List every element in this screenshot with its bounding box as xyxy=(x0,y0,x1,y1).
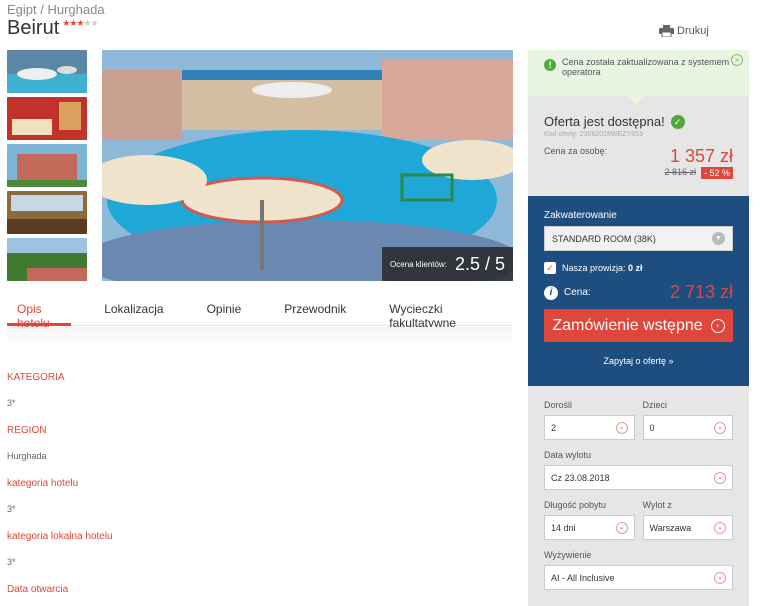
thumbnail-building[interactable] xyxy=(7,144,87,187)
attribute-kategoria-hotelu: kategoria hotelu 3* xyxy=(7,478,78,514)
departure-select[interactable]: Warszawa ⌄ xyxy=(642,515,733,540)
tab-lokalizacja[interactable]: Lokalizacja xyxy=(94,300,173,326)
tab-opinie[interactable]: Opinie xyxy=(197,300,252,326)
tab-przewodnik[interactable]: Przewodnik xyxy=(274,300,356,326)
offer-code: Kod oferty: 23082018WEZY553 xyxy=(544,131,643,138)
booking-panel: Zakwaterowanie STANDARD ROOM (38K) ▼ ✓ Na… xyxy=(528,196,749,386)
commission-checkbox[interactable]: ✓ xyxy=(544,262,556,274)
chevron-down-icon: ▼ xyxy=(712,232,725,245)
tab-wycieczki[interactable]: Wycieczki fakultatywne xyxy=(379,300,489,330)
offer-summary: Oferta jest dostępna! ✓ Kod oferty: 23082… xyxy=(528,96,749,196)
adults-select[interactable]: 2 ⌄ xyxy=(544,415,635,440)
chevron-down-icon: ⌄ xyxy=(714,471,726,484)
room-select[interactable]: STANDARD ROOM (38K) ▼ xyxy=(544,226,733,251)
commission-row: ✓ Nasza prowizja: 0 zł xyxy=(544,262,733,274)
commission-text: Nasza prowizja: 0 zł xyxy=(562,263,643,273)
board-label: Wyżywienie xyxy=(544,550,592,560)
attribute-value: 3* xyxy=(7,504,16,514)
children-select[interactable]: 0 ⌄ xyxy=(642,415,733,440)
chevron-down-icon: ⌄ xyxy=(714,571,726,584)
thumbnail-garden[interactable] xyxy=(7,238,87,281)
order-button[interactable]: Zamówienie wstępne › xyxy=(544,309,733,342)
chevron-down-icon: ⌄ xyxy=(615,521,628,534)
chevron-down-icon: ⌄ xyxy=(714,421,726,434)
print-label: Drukuj xyxy=(677,25,709,37)
notice-arrow xyxy=(628,96,644,104)
departure-label: Wylot z xyxy=(642,500,672,510)
attribute-value: 3* xyxy=(7,557,16,567)
printer-icon xyxy=(659,25,674,37)
customer-rating: Ocena klientów: 2.5 / 5 xyxy=(382,247,513,281)
accommodation-label: Zakwaterowanie xyxy=(544,210,617,221)
old-price: 2 816 zł xyxy=(664,167,696,177)
tab-shadow xyxy=(7,327,512,347)
offer-available: Oferta jest dostępna! ✓ xyxy=(544,114,733,129)
date-select[interactable]: Cz 23.08.2018 ⌄ xyxy=(544,465,733,490)
tab-opis-hotelu[interactable]: Opis hotelu xyxy=(7,300,72,330)
hotel-title: Beirut ★★★★★ xyxy=(7,17,99,40)
price-per-person-label: Cena za osobę: xyxy=(544,146,608,156)
chevron-down-icon: ⌄ xyxy=(714,521,726,534)
exclamation-icon: ! xyxy=(544,59,556,71)
hotel-stars: ★★★★★ xyxy=(62,18,98,28)
notice-text: Cena została zaktualizowana z systemem o… xyxy=(562,57,730,77)
attribute-value: 3* xyxy=(7,398,16,408)
print-button[interactable]: Drukuj xyxy=(659,25,709,37)
attribute-key: kategoria hotelu xyxy=(7,478,79,489)
thumbnail-restaurant[interactable] xyxy=(7,191,87,234)
thumbnail-room[interactable] xyxy=(7,97,87,140)
price-updated-notice: ! Cena została zaktualizowana z systemem… xyxy=(528,50,749,96)
adults-label: Dorośli xyxy=(544,400,573,410)
chevron-down-icon: ⌄ xyxy=(615,421,628,434)
attribute-value: Hurghada xyxy=(7,451,47,461)
search-form: Dorośli 2 ⌄ Dzieci 0 ⌄ Data wylotu Cz 23.08.2… xyxy=(528,386,749,606)
duration-label: Długość pobytu xyxy=(544,500,607,510)
main-hotel-photo[interactable]: Ocena klientów: 2.5 / 5 xyxy=(102,50,513,281)
close-icon[interactable]: × xyxy=(731,54,743,66)
info-icon[interactable]: i xyxy=(544,285,558,300)
attribute-key: REGION xyxy=(7,425,47,436)
rating-label: Ocena klientów: xyxy=(390,259,447,269)
ask-about-offer-link[interactable]: Zapytaj o ofertę » xyxy=(544,356,733,366)
rating-value: 2.5 / 5 xyxy=(454,253,505,274)
booking-sidebar: ! Cena została zaktualizowana z systemem… xyxy=(528,50,749,606)
thumbnail-pool[interactable] xyxy=(7,50,87,93)
breadcrumb[interactable]: Egipt / Hurghada xyxy=(7,2,105,17)
attribute-key: KATEGORIA xyxy=(7,372,65,383)
attribute-data-otwarcia: Data otwarcia xyxy=(7,584,68,595)
attribute-key: Data otwarcia xyxy=(7,584,69,595)
arrow-right-icon: › xyxy=(710,318,725,333)
photo-thumbnails xyxy=(7,50,87,285)
children-label: Dzieci xyxy=(642,400,668,410)
price-label: Cena: xyxy=(564,287,591,298)
attribute-kategoria: KATEGORIA 3* xyxy=(7,372,65,408)
attribute-key: kategoria lokalna hotelu xyxy=(7,531,113,542)
price-per-person: 1 357 zł xyxy=(669,146,733,166)
duration-select[interactable]: 14 dni ⌄ xyxy=(544,515,635,540)
hotel-name: Beirut xyxy=(7,17,60,39)
attribute-kategoria-lokalna: kategoria lokalna hotelu 3* xyxy=(7,531,113,567)
total-price: 2 713 zł xyxy=(669,282,733,302)
date-label: Data wylotu xyxy=(544,450,592,460)
discount-badge: - 52 % xyxy=(700,167,733,179)
board-select[interactable]: AI - All Inclusive ⌄ xyxy=(544,565,733,590)
check-icon: ✓ xyxy=(670,114,685,129)
attribute-region: REGION Hurghada xyxy=(7,425,47,461)
hotel-tabs: Opis hotelu Lokalizacja Opinie Przewodni… xyxy=(7,300,512,330)
